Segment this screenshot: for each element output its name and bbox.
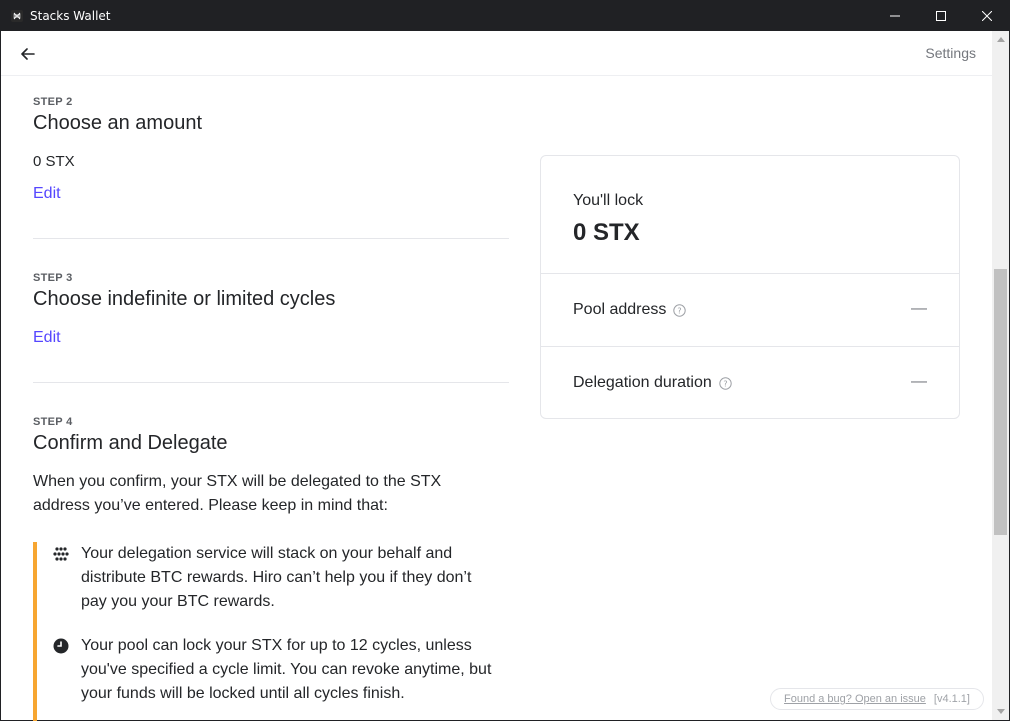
version-label: [v4.1.1]: [933, 693, 970, 705]
edit-amount-link[interactable]: Edit: [33, 185, 61, 203]
minimize-button[interactable]: [872, 0, 918, 31]
app-header: Settings: [1, 31, 992, 76]
step-2-label: STEP 2: [33, 96, 73, 108]
step-4-title: Confirm and Delegate: [33, 432, 228, 454]
notice-text: Your delegation service will stack on yo…: [81, 545, 472, 610]
svg-text:?: ?: [723, 379, 727, 388]
maximize-icon: [936, 10, 946, 21]
delegation-duration-label-text: Delegation duration: [573, 374, 712, 391]
summary-card: You'll lock 0 STX Pool address ? — Deleg…: [540, 155, 960, 419]
delegation-notice: Your delegation service will stack on yo…: [33, 542, 509, 721]
card-divider: [541, 273, 959, 274]
scroll-thumb[interactable]: [994, 269, 1007, 535]
lock-label: You'll lock: [573, 192, 644, 209]
step-divider: [33, 238, 509, 239]
close-window-button[interactable]: [964, 0, 1010, 31]
step-4-label: STEP 4: [33, 416, 73, 428]
pool-address-label-text: Pool address: [573, 301, 667, 318]
confirm-description: When you confirm, your STX will be deleg…: [33, 473, 442, 514]
window-titlebar: Stacks Wallet: [0, 0, 1010, 31]
scroll-down-icon: [996, 709, 1005, 714]
window-title: Stacks Wallet: [30, 8, 111, 23]
amount-value: 0 STX: [33, 153, 75, 170]
pool-address-label: Pool address ?: [573, 301, 687, 319]
help-icon[interactable]: ?: [673, 303, 687, 317]
svg-text:?: ?: [678, 306, 682, 315]
pool-address-value: —: [911, 300, 927, 317]
clock-icon: [53, 638, 69, 654]
notice-text: Your pool can lock your STX for up to 12…: [81, 637, 492, 702]
scroll-up-button[interactable]: [992, 31, 1009, 48]
edit-cycles-link[interactable]: Edit: [33, 329, 61, 347]
step-3-label: STEP 3: [33, 272, 73, 284]
maximize-button[interactable]: [918, 0, 964, 31]
stacks-app-icon: [8, 7, 26, 25]
delegation-duration-label: Delegation duration ?: [573, 374, 732, 392]
scroll-down-button[interactable]: [992, 703, 1009, 720]
close-icon: [982, 10, 992, 21]
step-2-title: Choose an amount: [33, 112, 203, 134]
bug-report-pill: Found a bug? Open an issue [v4.1.1]: [770, 688, 984, 710]
settings-link[interactable]: Settings: [925, 45, 976, 61]
step-3-title: Choose indefinite or limited cycles: [33, 288, 336, 310]
step-divider: [33, 382, 509, 383]
open-issue-link[interactable]: Found a bug? Open an issue: [784, 693, 926, 705]
vertical-scrollbar[interactable]: [992, 31, 1009, 720]
stacks-dots-icon: [53, 547, 69, 561]
scroll-up-icon: [996, 37, 1005, 42]
card-divider: [541, 346, 959, 347]
arrow-left-icon: [21, 48, 35, 60]
delegation-duration-value: —: [911, 373, 927, 390]
lock-amount: 0 STX: [573, 219, 640, 246]
minimize-icon: [890, 15, 900, 16]
back-button[interactable]: [17, 43, 39, 65]
help-icon[interactable]: ?: [719, 376, 732, 390]
